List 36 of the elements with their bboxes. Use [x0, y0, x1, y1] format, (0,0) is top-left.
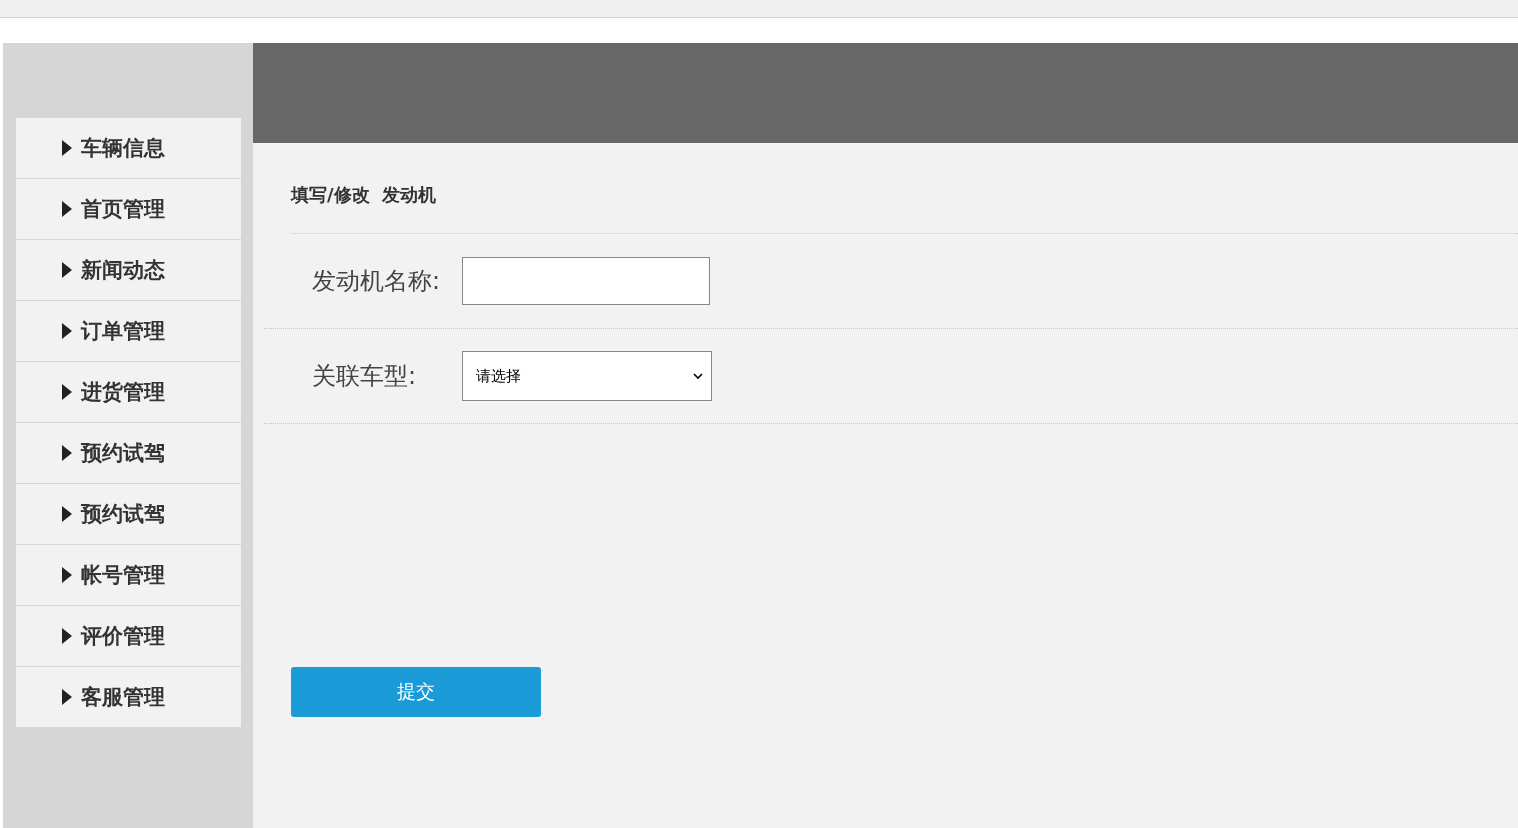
- menu-item[interactable]: 首页管理: [16, 179, 241, 240]
- menu-item[interactable]: 帐号管理: [16, 545, 241, 606]
- triangle-icon: [61, 200, 73, 218]
- menu-label: 首页管理: [81, 196, 165, 223]
- menu-item[interactable]: 新闻动态: [16, 240, 241, 301]
- triangle-icon: [61, 627, 73, 645]
- menu-label: 预约试驾: [81, 501, 165, 528]
- triangle-icon: [61, 444, 73, 462]
- menu-item[interactable]: 预约试驾: [16, 484, 241, 545]
- field-label: 发动机名称:: [312, 266, 442, 297]
- chevron-icon: [693, 372, 703, 380]
- menu-item[interactable]: 客服管理: [16, 667, 241, 728]
- input-field[interactable]: [462, 257, 710, 305]
- menu-label: 评价管理: [81, 623, 165, 650]
- menu-label: 进货管理: [81, 379, 165, 406]
- menu-item[interactable]: 预约试驾: [16, 423, 241, 484]
- menu-label: 预约试驾: [81, 440, 165, 467]
- menu-item[interactable]: 进货管理: [16, 362, 241, 423]
- form-title: 填写/修改 发动机: [291, 183, 1518, 234]
- triangle-icon: [61, 139, 73, 157]
- menu-label: 客服管理: [81, 684, 165, 711]
- menu-item[interactable]: 订单管理: [16, 301, 241, 362]
- menu-label: 订单管理: [81, 318, 165, 345]
- menu-label: 车辆信息: [81, 135, 165, 162]
- menu-item[interactable]: 车辆信息: [16, 118, 241, 179]
- triangle-icon: [61, 383, 73, 401]
- select-field[interactable]: 请选择: [462, 351, 712, 401]
- triangle-icon: [61, 566, 73, 584]
- triangle-icon: [61, 688, 73, 706]
- field-label: 关联车型:: [312, 361, 418, 392]
- triangle-icon: [61, 322, 73, 340]
- menu-item[interactable]: 评价管理: [16, 606, 241, 667]
- menu-label: 帐号管理: [81, 562, 165, 589]
- menu-label: 新闻动态: [81, 257, 165, 284]
- triangle-icon: [61, 261, 73, 279]
- triangle-icon: [61, 505, 73, 523]
